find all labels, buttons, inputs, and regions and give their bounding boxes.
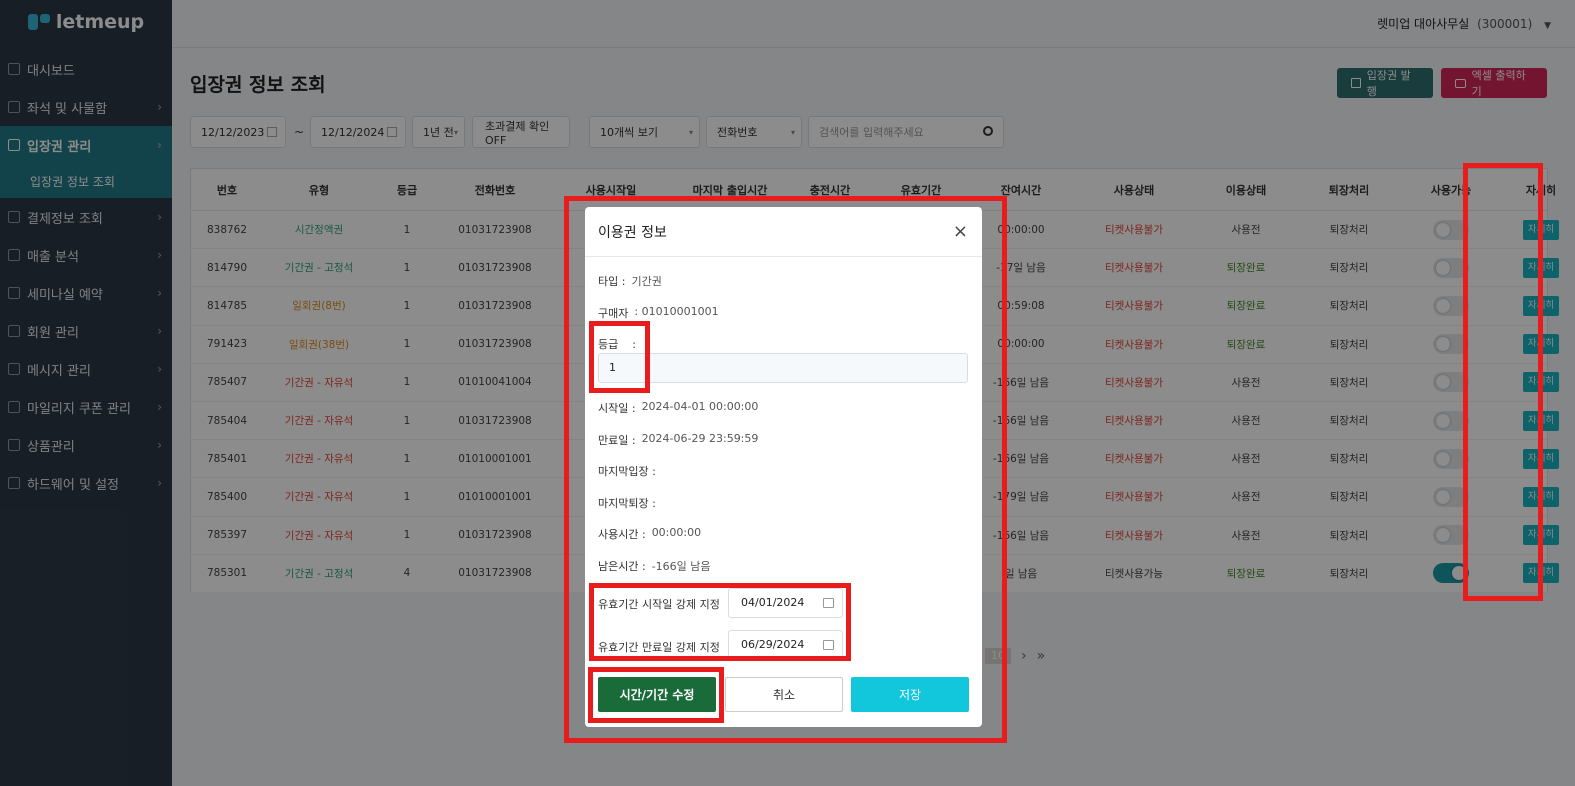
edit-button-highlight-box	[588, 667, 724, 723]
detail-column-highlight-box	[1463, 163, 1543, 601]
grade-highlight-box	[589, 321, 650, 393]
force-date-highlight-box	[589, 583, 851, 661]
